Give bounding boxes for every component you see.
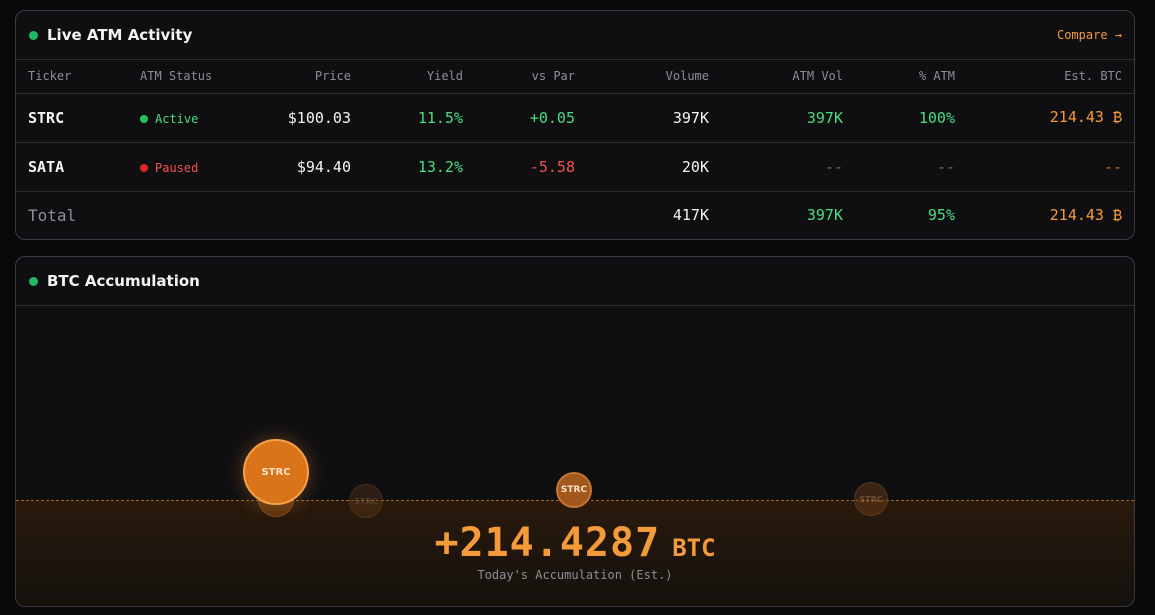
total-empty-cell	[128, 191, 248, 239]
compare-link[interactable]: Compare →	[1057, 28, 1122, 42]
cell-est-btc: 214.43 ₿	[967, 93, 1134, 143]
total-empty-cell	[248, 191, 363, 239]
live-indicator-icon	[29, 276, 38, 286]
cell-atm-vol: 397K	[721, 93, 855, 143]
cell-ticker: SATA	[16, 142, 128, 192]
total-empty-cell	[363, 191, 475, 239]
accumulation-bubble: STRC	[349, 484, 383, 518]
status-label: Active	[155, 111, 199, 126]
col-header-volume[interactable]: Volume	[587, 60, 721, 94]
cell-ticker: STRC	[16, 93, 128, 143]
accumulation-bubble: STRC	[556, 472, 592, 508]
cell-atm-status: Paused	[128, 142, 248, 192]
cell-vs-par: -5.58	[475, 142, 587, 192]
status-dot-icon	[140, 163, 148, 172]
status-badge: Paused	[140, 161, 198, 175]
col-header-ticker[interactable]: Ticker	[16, 60, 128, 94]
cell-yield: 11.5%	[363, 93, 475, 143]
col-header-atm-status[interactable]: ATM Status	[128, 60, 248, 94]
col-header-pct-atm[interactable]: % ATM	[855, 60, 967, 94]
table-header-row: Ticker ATM Status Price Yield vs Par Vol…	[16, 60, 1134, 94]
status-dot-icon	[140, 114, 148, 123]
status-label: Paused	[155, 160, 199, 175]
accumulation-unit: BTC	[672, 534, 716, 562]
cell-volume: 20K	[587, 142, 721, 192]
cell-yield: 13.2%	[363, 142, 475, 192]
cell-price: $100.03	[248, 93, 363, 143]
accumulation-bubble: STRC	[243, 439, 309, 505]
cell-price: $94.40	[248, 142, 363, 192]
accumulation-total: +214.4287 BTC	[16, 520, 1134, 566]
cell-atm-vol: --	[721, 142, 855, 192]
accumulation-bubble: STRC	[854, 482, 888, 516]
accumulation-caption: Today's Accumulation (Est.)	[477, 568, 673, 582]
cell-pct-atm: 100%	[855, 93, 967, 143]
atm-panel-header: Live ATM Activity Compare →	[16, 11, 1134, 60]
accumulation-panel-header: BTC Accumulation	[16, 257, 1134, 306]
col-header-price[interactable]: Price	[248, 60, 363, 94]
total-atm-vol: 397K	[806, 206, 843, 225]
total-pct-atm: 95%	[927, 206, 955, 225]
total-label: Total	[28, 205, 77, 225]
col-header-atm-vol[interactable]: ATM Vol	[721, 60, 855, 94]
cell-volume: 397K	[587, 93, 721, 143]
table-row[interactable]: STRC Active $100.03 11.5% +0.05 397K 397…	[16, 93, 1134, 143]
col-header-vs-par[interactable]: vs Par	[475, 60, 587, 94]
col-header-yield[interactable]: Yield	[363, 60, 475, 94]
col-header-est-btc[interactable]: Est. BTC	[967, 60, 1134, 94]
accumulation-panel-title: BTC Accumulation	[47, 272, 200, 290]
cell-vs-par: +0.05	[475, 93, 587, 143]
btc-accumulation-panel: BTC Accumulation STRC STRC STRC STRC STR…	[15, 256, 1135, 607]
total-est-btc: 214.43 ₿	[1049, 205, 1122, 224]
total-empty-cell	[475, 191, 587, 239]
status-badge: Active	[140, 112, 198, 126]
cell-atm-status: Active	[128, 93, 248, 143]
accumulation-value: +214.4287	[434, 520, 661, 566]
cell-est-btc: --	[967, 142, 1134, 192]
accumulation-visual: STRC STRC STRC STRC STRC +214.4287BTC To…	[16, 306, 1134, 606]
table-row[interactable]: SATA Paused $94.40 13.2% -5.58 20K -- --…	[16, 142, 1134, 192]
live-atm-activity-panel: Live ATM Activity Compare → Ticker ATM S…	[15, 10, 1135, 240]
live-indicator-icon	[29, 30, 38, 40]
table-total-row: Total 417K 397K 95% 214.43 ₿	[16, 191, 1134, 239]
total-volume: 417K	[672, 206, 709, 225]
atm-table: Ticker ATM Status Price Yield vs Par Vol…	[16, 60, 1134, 239]
atm-panel-title: Live ATM Activity	[47, 26, 193, 44]
cell-pct-atm: --	[855, 142, 967, 192]
